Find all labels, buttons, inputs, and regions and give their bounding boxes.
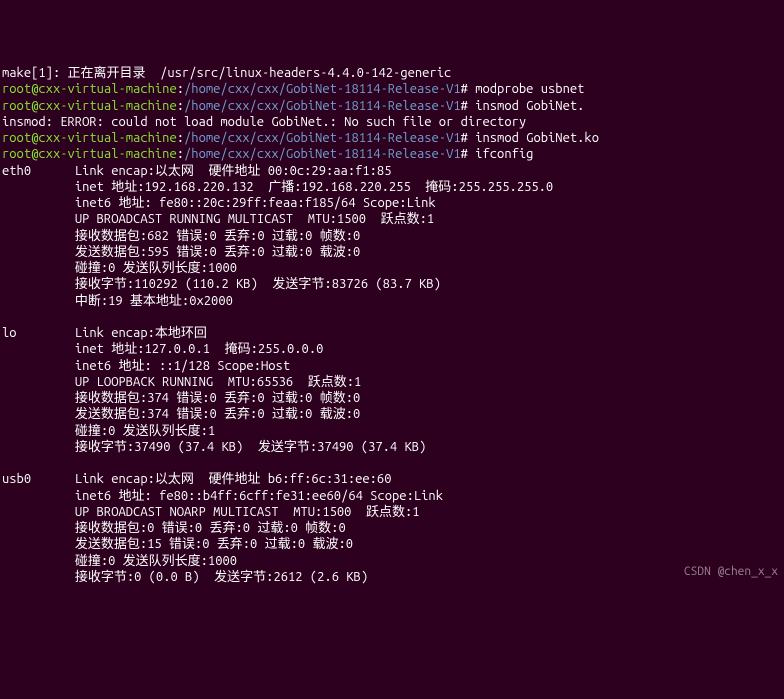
iface-lo: lo Link encap:本地环回 xyxy=(2,325,782,341)
prompt-line-1: root@cxx-virtual-machine:/home/cxx/cxx/G… xyxy=(2,81,782,97)
terminal[interactable]: make[1]: 正在离开目录 /usr/src/linux-headers-4… xyxy=(2,65,782,585)
cmd-insmod-ok: insmod GobiNet.ko xyxy=(475,131,599,145)
iface-eth0: eth0 Link encap:以太网 硬件地址 00:0c:29:aa:f1:… xyxy=(2,163,782,179)
prompt-line-2: root@cxx-virtual-machine:/home/cxx/cxx/G… xyxy=(2,98,782,114)
cmd-modprobe: modprobe usbnet xyxy=(475,82,584,96)
watermark: CSDN @chen_x_x xyxy=(684,564,778,579)
make-line: make[1]: 正在离开目录 /usr/src/linux-headers-4… xyxy=(2,65,782,81)
insmod-error: insmod: ERROR: could not load module Gob… xyxy=(2,114,782,130)
cmd-ifconfig: ifconfig xyxy=(475,147,533,161)
prompt-line-3: root@cxx-virtual-machine:/home/cxx/cxx/G… xyxy=(2,130,782,146)
cmd-insmod-bad: insmod GobiNet. xyxy=(475,99,584,113)
iface-usb0: usb0 Link encap:以太网 硬件地址 b6:ff:6c:31:ee:… xyxy=(2,471,782,487)
prompt-line-4: root@cxx-virtual-machine:/home/cxx/cxx/G… xyxy=(2,146,782,162)
